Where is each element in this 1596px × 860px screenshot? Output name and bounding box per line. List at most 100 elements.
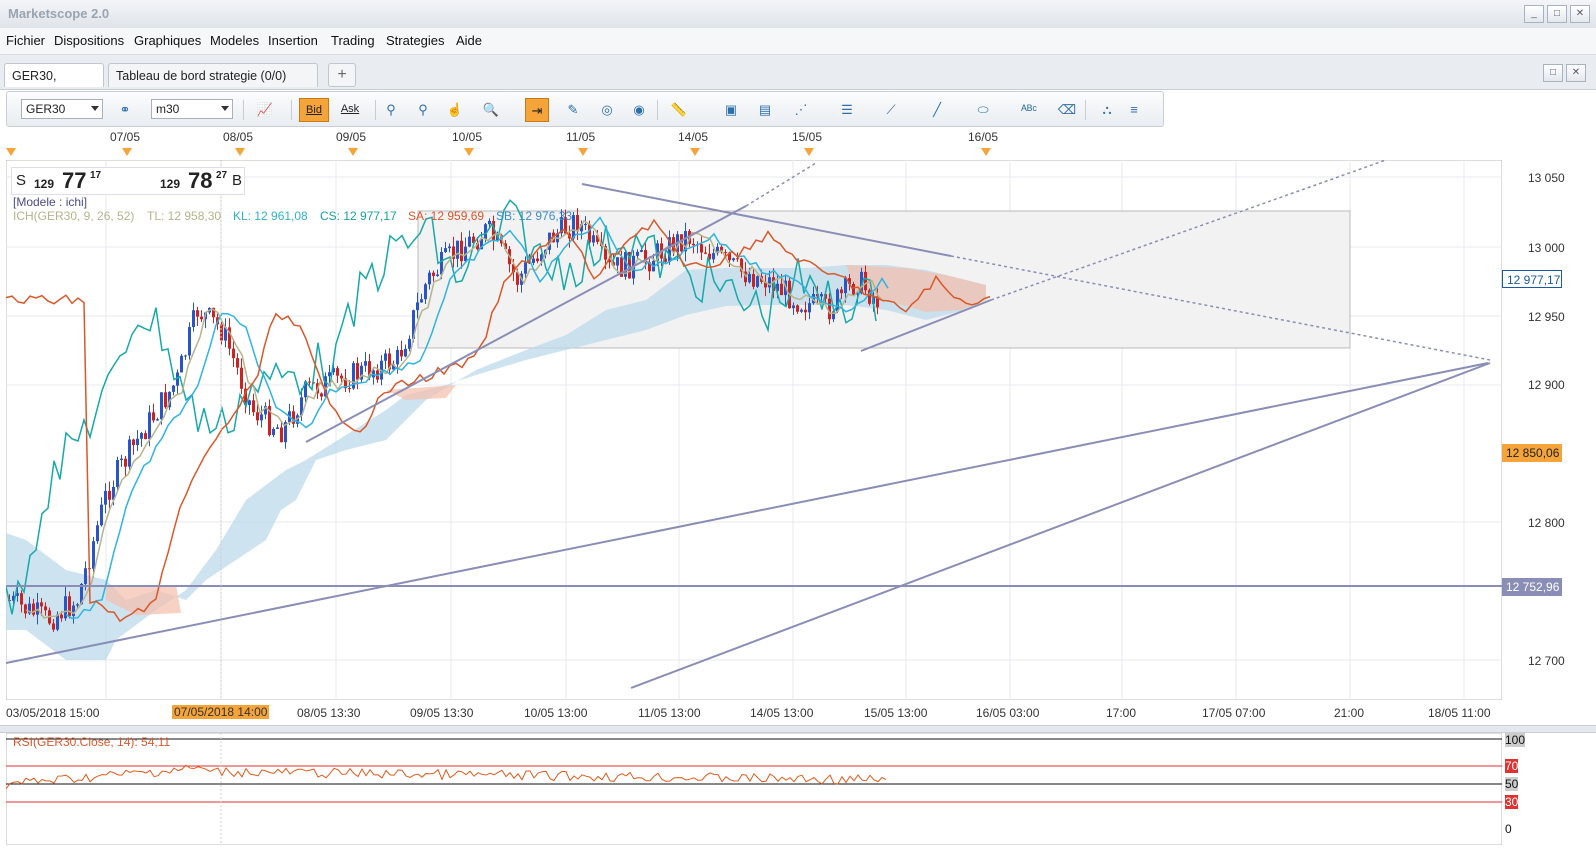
candle-body	[584, 224, 587, 226]
pane-restore-button[interactable]: □	[1543, 64, 1563, 82]
ask-button[interactable]: Ask	[335, 98, 365, 122]
draw-lines-icon[interactable]: ⋰	[789, 98, 813, 122]
date-marker[interactable]	[6, 148, 16, 156]
date-label: 08/05	[223, 130, 254, 144]
window-icon[interactable]: ▤	[753, 98, 777, 122]
time-label: 08/05 13:30	[297, 706, 361, 720]
instrument-icon[interactable]: ⚭	[113, 98, 137, 122]
ichimoku-legend: ICH(GER30, 9, 26, 52)	[13, 209, 135, 223]
date-marker[interactable]	[981, 148, 991, 156]
date-marker[interactable]	[122, 148, 132, 156]
rsi-tick-50: 50	[1505, 777, 1519, 791]
candle-body	[276, 427, 279, 429]
fan-icon[interactable]: ⟋	[879, 98, 903, 122]
candle-body	[488, 220, 491, 225]
eraser-icon[interactable]: ⌫	[1055, 98, 1079, 122]
candle-body	[192, 310, 195, 328]
time-label: 14/05 13:00	[750, 706, 814, 720]
sell-price-big: 129	[34, 177, 55, 191]
view-icon[interactable]: ◎	[595, 98, 619, 122]
time-label: 18/05 11:00	[1428, 706, 1491, 720]
image-icon[interactable]: ▣	[719, 98, 743, 122]
menu-strategies[interactable]: Strategies	[386, 33, 445, 48]
candle-body	[732, 258, 735, 261]
candle-body	[532, 258, 535, 263]
candle-body	[468, 236, 471, 247]
candle-body	[40, 602, 43, 607]
candle-body	[76, 604, 79, 606]
candle-body	[700, 244, 703, 253]
buy-price-sup: 27	[216, 170, 228, 181]
properties-icon[interactable]: ✎	[561, 98, 585, 122]
date-marker[interactable]	[690, 148, 700, 156]
candle-body	[424, 284, 427, 300]
price-chart[interactable]	[6, 160, 1502, 700]
time-label: 10/05 13:00	[524, 706, 588, 720]
time-label: 11/05 13:00	[638, 706, 701, 720]
kl-value: KL: 12 961,08	[233, 209, 308, 223]
tab-ger30-chart[interactable]: GER30, m30✕	[4, 63, 104, 107]
timeframe-select[interactable]: m30	[151, 99, 233, 119]
menu-fichier[interactable]: Fichier	[6, 33, 45, 48]
symbol-select[interactable]: GER30	[21, 99, 103, 119]
candle-body	[748, 274, 751, 283]
candle-body	[120, 458, 123, 461]
candle-body	[636, 251, 639, 256]
date-marker[interactable]	[464, 148, 474, 156]
candle-body	[256, 412, 259, 421]
price-tick: 12 800	[1528, 516, 1565, 530]
ellipse-icon[interactable]: ⬭	[971, 98, 995, 122]
date-marker[interactable]	[235, 148, 245, 156]
globe-icon[interactable]: ◉	[627, 98, 651, 122]
candle-body	[240, 367, 243, 389]
menu-trading[interactable]: Trading	[331, 33, 375, 48]
toolbar-overflow-icon[interactable]: ≡	[1127, 98, 1141, 122]
candle-body	[196, 310, 199, 317]
pane-splitter[interactable]	[0, 725, 1596, 733]
menu-dispositions[interactable]: Dispositions	[54, 33, 124, 48]
rsi-tick-70: 70	[1505, 759, 1519, 773]
time-label: 17/05 07:00	[1202, 706, 1266, 720]
time-label-highlight: 07/05/2018 14:00	[172, 705, 270, 719]
zoom-in-icon[interactable]: ⚲	[379, 98, 403, 122]
date-marker[interactable]	[804, 148, 814, 156]
sb-value: SB: 12 976,33	[496, 209, 573, 223]
chart-type-icon[interactable]: 📈	[253, 98, 277, 122]
pane-close-button[interactable]: ✕	[1566, 64, 1586, 82]
candle-body	[260, 414, 263, 421]
menu-aide[interactable]: Aide	[456, 33, 482, 48]
date-marker[interactable]	[348, 148, 358, 156]
tab-strategy-dashboard[interactable]: Tableau de bord strategie (0/0)	[108, 63, 318, 87]
maximize-button[interactable]: □	[1547, 5, 1567, 23]
candle-body	[36, 602, 39, 615]
add-tab-button[interactable]: +	[328, 63, 356, 87]
candle-body	[852, 283, 855, 295]
minimize-button[interactable]: _	[1524, 5, 1544, 23]
pointer-icon[interactable]: ☝	[443, 98, 467, 122]
close-button[interactable]: ✕	[1570, 5, 1590, 23]
candle-body	[308, 381, 311, 383]
zoom-out-icon[interactable]: ⚲	[411, 98, 435, 122]
candle-body	[416, 302, 419, 311]
menu-graphiques[interactable]: Graphiques	[134, 33, 201, 48]
candle-body	[104, 490, 107, 505]
rsi-chart[interactable]	[6, 733, 1502, 845]
hierarchy-icon[interactable]: ⛬	[1095, 98, 1119, 122]
bid-button[interactable]: Bid	[299, 98, 329, 122]
menu-insertion[interactable]: Insertion	[268, 33, 318, 48]
candle-body	[116, 460, 119, 487]
text-icon[interactable]: ᴬᴮᶜ	[1017, 98, 1041, 122]
price-tick: 12 900	[1528, 378, 1565, 392]
candle-body	[616, 257, 619, 266]
ruler-icon[interactable]: 📏	[667, 98, 691, 122]
trendline-icon[interactable]: ╱	[925, 98, 949, 122]
horizontal-lines-icon[interactable]: ☰	[835, 98, 859, 122]
quote-panel[interactable]: S 129 77 17 129 78 27 B	[11, 167, 245, 195]
candle-body	[152, 412, 155, 421]
date-marker[interactable]	[578, 148, 588, 156]
magnify-icon[interactable]: 🔍	[479, 98, 503, 122]
menu-modeles[interactable]: Modeles	[210, 33, 259, 48]
candle-body	[252, 400, 255, 413]
autoscroll-icon[interactable]: ⇥	[525, 98, 549, 122]
candle-body	[92, 541, 95, 569]
